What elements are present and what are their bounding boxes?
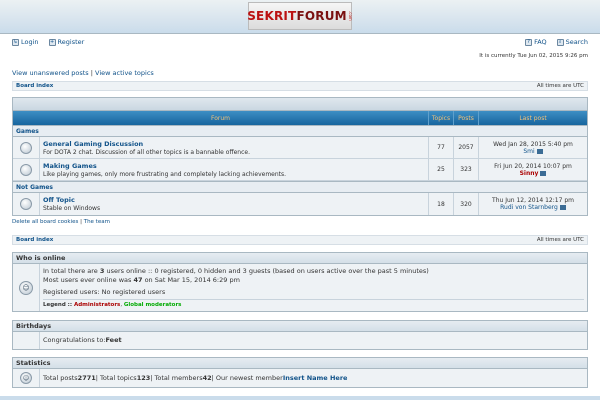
view-active-link[interactable]: View active topics: [95, 69, 154, 77]
page-footer-bar: [0, 396, 600, 400]
newest-member-link[interactable]: Insert Name Here: [283, 374, 348, 383]
who-is-online-panel: Who is online ☺ In total there are 3 use…: [12, 252, 588, 312]
header-last-post: Last post: [519, 114, 547, 122]
forum-row: General Gaming Discussion For DOTA 2 cha…: [13, 137, 587, 159]
forum-last-post: Thu Jun 12, 2014 12:17 pm Rudi von Starn…: [479, 193, 587, 215]
search-label: Search: [565, 38, 588, 46]
legend-global-moderators-link[interactable]: Global moderators: [124, 302, 182, 308]
footer-links: Delete all board cookies | The team: [12, 219, 110, 225]
faq-label: FAQ: [534, 38, 547, 46]
forum-topics-count: 25: [429, 159, 454, 180]
breadcrumb-bottom: Board index All times are UTC: [12, 235, 588, 245]
view-latest-post-icon[interactable]: [536, 148, 543, 154]
footer-links-sep: |: [80, 219, 82, 225]
statistics-text: Total posts 2771 | Total topics 123 | To…: [43, 373, 348, 383]
forum-last-post: Fri Jun 20, 2014 10:07 pm Sinny: [479, 159, 587, 180]
birthdays-text: Congratulations to: Feet: [43, 336, 122, 345]
site-logo[interactable]: SEKRITFORUM .com: [247, 2, 353, 30]
login-link[interactable]: ↳ Login: [12, 38, 39, 46]
navbar: ↳ Login + Register ? FAQ ⌕ Search: [12, 38, 588, 48]
forum-topics-count: 77: [429, 137, 454, 158]
delete-cookies-link[interactable]: Delete all board cookies: [12, 219, 78, 225]
statistics-icon: ☺: [20, 372, 32, 384]
current-time: It is currently Tue Jun 02, 2015 9:26 pm: [479, 53, 588, 59]
header-forum: Forum: [13, 111, 429, 125]
forum-title-link[interactable]: Off Topic: [43, 196, 428, 204]
forum-read-icon: [20, 198, 32, 210]
statistics-panel: Statistics ☺ Total posts 2771 | Total to…: [12, 357, 588, 388]
breadcrumb-top: Board index All times are UTC: [12, 81, 588, 91]
forum-description: For DOTA 2 chat. Discussion of all other…: [43, 148, 250, 156]
forum-read-icon: [20, 163, 32, 176]
forum-posts-count: 320: [454, 193, 479, 215]
forum-read-icon: [20, 141, 32, 154]
forum-description: Stable on Windows: [43, 205, 101, 212]
quicklinks: View unanswered posts | View active topi…: [12, 69, 154, 77]
view-latest-post-icon[interactable]: [559, 205, 566, 210]
logo-text: SEKRITFORUM: [247, 9, 347, 23]
forum-title-link[interactable]: General Gaming Discussion: [43, 140, 428, 148]
forum-list: Forum Topics Posts Last post Games Gener…: [12, 97, 588, 216]
forum-topics-count: 18: [429, 193, 454, 215]
forum-row: Off Topic Stable on Windows 18 320 Thu J…: [13, 193, 587, 215]
last-post-author-link[interactable]: Smi: [523, 148, 534, 155]
header-topics: Topics: [429, 111, 454, 125]
site-header: SEKRITFORUM .com: [0, 0, 600, 34]
forum-description: Like playing games, only more frustratin…: [43, 170, 287, 178]
forum-posts-count: 2057: [454, 137, 479, 158]
last-post-date: Fri Jun 20, 2014 10:07 pm: [494, 162, 572, 170]
faq-link[interactable]: ? FAQ: [525, 38, 547, 46]
search-icon: ⌕: [556, 38, 564, 46]
login-label: Login: [21, 38, 39, 46]
timezone-note: All times are UTC: [536, 237, 584, 243]
faq-icon: ?: [525, 38, 533, 46]
last-post-author-link[interactable]: Sinny: [520, 170, 539, 177]
register-label: Register: [57, 38, 85, 46]
board-index-link[interactable]: Board index: [16, 83, 53, 89]
search-link[interactable]: ⌕ Search: [556, 38, 588, 46]
birthdays-panel: Birthdays Congratulations to: Feet: [12, 320, 588, 350]
login-icon: ↳: [12, 38, 19, 46]
who-is-online-text: In total there are 3 users online :: 0 r…: [40, 264, 587, 311]
statistics-title: Statistics: [13, 358, 587, 369]
who-is-online-title: Who is online: [13, 253, 587, 264]
forum-table-header: Forum Topics Posts Last post: [13, 111, 587, 125]
register-link[interactable]: + Register: [48, 38, 85, 46]
category-not-games[interactable]: Not Games: [13, 181, 587, 193]
timezone-note: All times are UTC: [536, 83, 584, 89]
logo-tld: .com: [347, 11, 353, 21]
forum-list-top: [13, 98, 587, 111]
header-posts: Posts: [454, 111, 479, 125]
category-games[interactable]: Games: [13, 125, 587, 137]
users-online-icon: ☺: [19, 280, 33, 295]
register-icon: +: [48, 38, 56, 46]
view-latest-post-icon[interactable]: [540, 170, 547, 176]
birthday-member-name[interactable]: Feet: [106, 336, 122, 345]
view-unanswered-link[interactable]: View unanswered posts: [12, 69, 89, 77]
last-post-date: Thu Jun 12, 2014 12:17 pm: [492, 197, 574, 204]
legend: Legend :: Administrators, Global moderat…: [43, 298, 584, 310]
quicklinks-sep: |: [90, 69, 93, 77]
forum-title-link[interactable]: Making Games: [43, 162, 428, 170]
last-post-date: Wed Jan 28, 2015 5:40 pm: [493, 140, 573, 148]
team-link[interactable]: The team: [84, 219, 110, 225]
board-index-link[interactable]: Board index: [16, 237, 53, 243]
forum-last-post: Wed Jan 28, 2015 5:40 pm Smi: [479, 137, 587, 158]
legend-administrators-link[interactable]: Administrators: [74, 302, 120, 308]
last-post-author-link[interactable]: Rudi von Starnberg: [500, 204, 558, 211]
forum-posts-count: 323: [454, 159, 479, 180]
birthdays-title: Birthdays: [13, 321, 587, 332]
forum-row: Making Games Like playing games, only mo…: [13, 159, 587, 181]
